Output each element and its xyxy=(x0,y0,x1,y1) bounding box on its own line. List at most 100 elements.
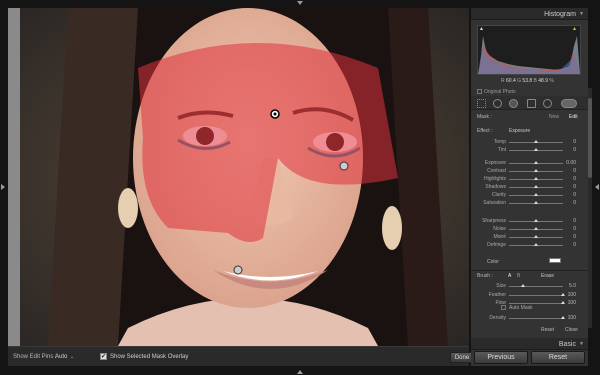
slider-track[interactable] xyxy=(509,318,563,319)
slider-label: Size xyxy=(496,283,506,289)
bottom-panel-toggle-icon[interactable] xyxy=(297,370,303,374)
slider-knob[interactable] xyxy=(520,284,525,287)
slider-knob[interactable] xyxy=(534,219,538,222)
slider-shadows[interactable]: Shadows 0 xyxy=(471,183,588,191)
slider-track[interactable] xyxy=(509,286,563,287)
slider-knob[interactable] xyxy=(534,227,538,230)
mask-overlay-checkbox[interactable]: ✔ xyxy=(100,353,107,360)
slider-label: Density xyxy=(489,315,506,321)
crop-tool-icon[interactable] xyxy=(477,99,486,108)
slider-value: 0 xyxy=(573,226,576,232)
brush-slider-feather[interactable]: Feather 100 xyxy=(471,291,588,299)
slider-knob[interactable] xyxy=(534,193,538,196)
histogram-plot xyxy=(478,27,580,74)
slider-label: Noise xyxy=(493,226,506,232)
slider-label: Defringe xyxy=(487,242,506,248)
edit-pins-select[interactable]: Auto xyxy=(55,354,67,360)
color-swatch[interactable] xyxy=(549,258,561,263)
triangle-down-icon[interactable]: ▼ xyxy=(579,11,584,17)
slider-knob[interactable] xyxy=(534,161,538,164)
dropdown-caret-icon[interactable]: ⌄ xyxy=(70,354,74,360)
slider-exposure[interactable]: Exposure 0.00 xyxy=(471,159,588,167)
right-panel: Histogram ▼ R 60.4 G 53.8 B 48.9 % Origi… xyxy=(471,8,588,366)
slider-knob[interactable] xyxy=(534,140,538,143)
edit-pin-chin[interactable] xyxy=(233,265,243,275)
panel-close-button[interactable]: Close xyxy=(565,327,578,333)
brush-a-button[interactable]: A xyxy=(508,273,511,279)
previous-button[interactable]: Previous xyxy=(474,351,528,364)
mask-new-button[interactable]: New xyxy=(549,114,559,120)
effect-label: Effect : xyxy=(477,128,493,134)
slider-track[interactable] xyxy=(509,303,563,304)
photo-canvas[interactable] xyxy=(8,8,469,346)
slider-label: Clarity xyxy=(491,192,506,198)
slider-knob[interactable] xyxy=(534,148,538,151)
slider-value: 0 xyxy=(573,176,576,182)
slider-moir[interactable]: Moiré 0 xyxy=(471,233,588,241)
slider-value: 0 xyxy=(573,234,576,240)
panel-reset-button[interactable]: Reset xyxy=(541,327,554,333)
original-photo-toggle[interactable]: Original Photo xyxy=(477,89,516,95)
slider-label: Feather xyxy=(488,292,506,298)
slider-knob[interactable] xyxy=(534,185,538,188)
slider-knob[interactable] xyxy=(534,177,538,180)
slider-clarity[interactable]: Clarity 0 xyxy=(471,191,588,199)
slider-noise[interactable]: Noise 0 xyxy=(471,225,588,233)
slider-knob[interactable] xyxy=(534,243,538,246)
slider-knob[interactable] xyxy=(561,316,565,319)
auto-mask-checkbox[interactable] xyxy=(501,305,506,311)
slider-value: 5.0 xyxy=(569,283,576,289)
slider-tint[interactable]: Tint 0 xyxy=(471,146,588,154)
auto-mask-toggle[interactable]: Auto Mask xyxy=(501,305,533,311)
slider-value: 0 xyxy=(573,242,576,248)
mask-edit-button[interactable]: Edit xyxy=(569,114,578,120)
show-edit-pins-label: Show Edit Pins : xyxy=(13,354,57,360)
slider-knob[interactable] xyxy=(561,293,565,296)
slider-value: 100 xyxy=(567,292,576,298)
top-panel-toggle-icon[interactable] xyxy=(297,1,303,5)
original-photo-checkbox[interactable] xyxy=(477,89,482,95)
slider-value: 0 xyxy=(573,147,576,153)
edit-pin-cheek[interactable] xyxy=(339,161,349,171)
mask-overlay-label: Show Selected Mask Overlay xyxy=(110,354,189,360)
slider-sharpness[interactable]: Sharpness 0 xyxy=(471,217,588,225)
slider-knob[interactable] xyxy=(534,169,538,172)
slider-contrast[interactable]: Contrast 0 xyxy=(471,167,588,175)
right-panel-toggle-icon[interactable] xyxy=(595,184,599,190)
panel-scroll-thumb[interactable] xyxy=(588,98,592,178)
color-label: Color xyxy=(487,259,499,265)
brush-erase-button[interactable]: Erase xyxy=(541,273,554,279)
adjustment-brush-icon[interactable] xyxy=(561,99,577,108)
brush-b-button[interactable]: B xyxy=(517,273,520,279)
slider-saturation[interactable]: Saturation 0 xyxy=(471,199,588,207)
brush-slider-size[interactable]: Size 5.0 xyxy=(471,282,588,290)
slider-knob[interactable] xyxy=(534,201,538,204)
slider-knob[interactable] xyxy=(534,235,538,238)
radial-filter-icon[interactable] xyxy=(543,99,552,108)
slider-temp[interactable]: Temp 0 xyxy=(471,138,588,146)
histogram-header[interactable]: Histogram ▼ xyxy=(471,8,588,20)
slider-knob[interactable] xyxy=(561,301,565,304)
slider-value: 100 xyxy=(567,300,576,306)
slider-label: Contrast xyxy=(487,168,506,174)
triangle-down-icon[interactable]: ▼ xyxy=(579,341,584,347)
slider-label: Tint xyxy=(497,147,506,153)
left-panel-toggle-icon[interactable] xyxy=(1,184,5,190)
slider-label: Exposure xyxy=(484,160,506,166)
basic-header[interactable]: Basic ▼ xyxy=(471,338,588,350)
brush-slider-density[interactable]: Density 100 xyxy=(471,314,588,322)
lightroom-window: Show Edit Pins : Auto ⌄ ✔ Show Selected … xyxy=(0,0,600,375)
spot-removal-icon[interactable] xyxy=(493,99,502,108)
slider-defringe[interactable]: Defringe 0 xyxy=(471,241,588,249)
reset-button[interactable]: Reset xyxy=(531,351,585,364)
slider-highlights[interactable]: Highlights 0 xyxy=(471,175,588,183)
effect-select[interactable]: Exposure xyxy=(509,128,530,134)
red-eye-icon[interactable] xyxy=(509,99,518,108)
graduated-filter-icon[interactable] xyxy=(527,99,536,108)
slider-value: 0 xyxy=(573,218,576,224)
slider-track[interactable] xyxy=(509,295,563,296)
slider-value: 0 xyxy=(573,184,576,190)
bottom-toolbar: Show Edit Pins : Auto ⌄ ✔ Show Selected … xyxy=(8,346,474,366)
basic-title: Basic xyxy=(558,341,576,348)
g-value: 53.8 xyxy=(522,78,533,84)
